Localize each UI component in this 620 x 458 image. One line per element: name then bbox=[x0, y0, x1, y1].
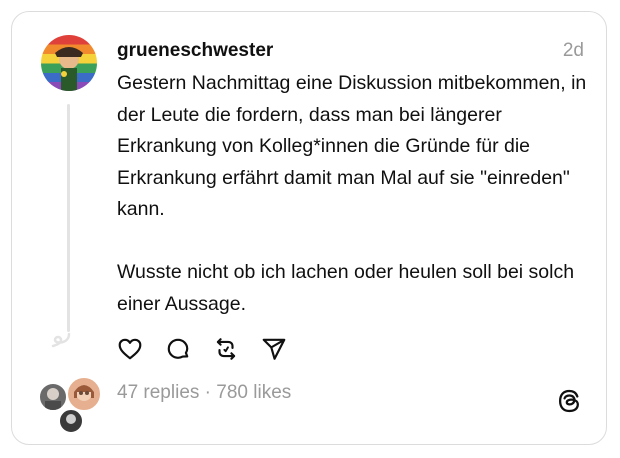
threads-logo-icon[interactable] bbox=[556, 388, 582, 414]
heart-icon bbox=[118, 338, 142, 360]
share-icon bbox=[262, 338, 286, 360]
replier-avatar[interactable] bbox=[66, 376, 102, 412]
post-paragraph: Gestern Nachmittag eine Diskussion mitbe… bbox=[117, 72, 587, 220]
post-body: Gestern Nachmittag eine Diskussion mitbe… bbox=[117, 68, 587, 320]
thread-loop-icon bbox=[51, 332, 71, 348]
likes-count[interactable]: 780 likes bbox=[216, 382, 291, 403]
username[interactable]: grueneschwester bbox=[117, 40, 273, 62]
post-stats: 47 replies · 780 likes bbox=[117, 382, 291, 404]
stats-separator: · bbox=[204, 382, 211, 403]
share-button[interactable] bbox=[261, 336, 287, 362]
thread-line bbox=[67, 104, 70, 332]
comment-icon bbox=[167, 338, 189, 359]
replier-avatar[interactable] bbox=[58, 408, 84, 434]
avatar[interactable] bbox=[41, 35, 97, 91]
replier-avatar[interactable] bbox=[38, 382, 68, 412]
replies-count[interactable]: 47 replies bbox=[117, 382, 199, 403]
like-button[interactable] bbox=[117, 336, 143, 362]
repost-icon bbox=[216, 338, 236, 360]
timestamp: 2d bbox=[562, 40, 584, 61]
reply-button[interactable] bbox=[165, 336, 191, 362]
repost-button[interactable] bbox=[213, 336, 239, 362]
post-paragraph: Wusste nicht ob ich lachen oder heulen s… bbox=[117, 261, 575, 315]
